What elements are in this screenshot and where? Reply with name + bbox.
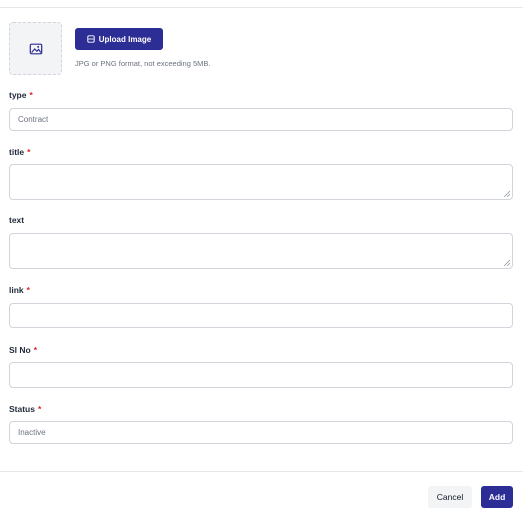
resize-handle-icon[interactable] bbox=[504, 191, 510, 197]
image-preview[interactable] bbox=[9, 22, 62, 75]
required-mark: * bbox=[37, 404, 42, 414]
add-button[interactable]: Add bbox=[481, 486, 513, 508]
required-mark: * bbox=[26, 285, 30, 295]
cancel-button[interactable]: Cancel bbox=[428, 486, 472, 508]
status-select[interactable]: Inactive bbox=[9, 421, 513, 444]
text-textarea[interactable] bbox=[9, 233, 513, 269]
upload-image-button[interactable]: Upload Image bbox=[75, 28, 163, 50]
required-mark: * bbox=[29, 90, 33, 100]
sl-no-input[interactable] bbox=[9, 362, 513, 388]
status-select-placeholder: Inactive bbox=[18, 428, 46, 437]
upload-image-label: Upload Image bbox=[98, 34, 152, 44]
title-label: title * bbox=[9, 147, 31, 157]
required-mark: * bbox=[27, 147, 31, 157]
footer-divider bbox=[0, 471, 523, 472]
type-select[interactable]: Contract bbox=[9, 108, 513, 131]
required-mark: * bbox=[33, 345, 38, 355]
link-input[interactable] bbox=[9, 303, 513, 328]
type-label: type * bbox=[9, 90, 33, 100]
resize-handle-icon[interactable] bbox=[504, 260, 510, 266]
title-textarea[interactable] bbox=[9, 164, 513, 200]
upload-icon bbox=[87, 35, 95, 43]
top-divider bbox=[0, 7, 523, 8]
image-icon bbox=[29, 43, 42, 54]
type-select-placeholder: Contract bbox=[18, 115, 49, 124]
status-label: Status * bbox=[9, 404, 42, 414]
text-label: text bbox=[9, 215, 25, 225]
upload-hint: JPG or PNG format, not exceeding 5MB. bbox=[75, 59, 211, 68]
link-label: link * bbox=[9, 285, 30, 295]
sl-no-label: Sl No * bbox=[9, 345, 38, 355]
